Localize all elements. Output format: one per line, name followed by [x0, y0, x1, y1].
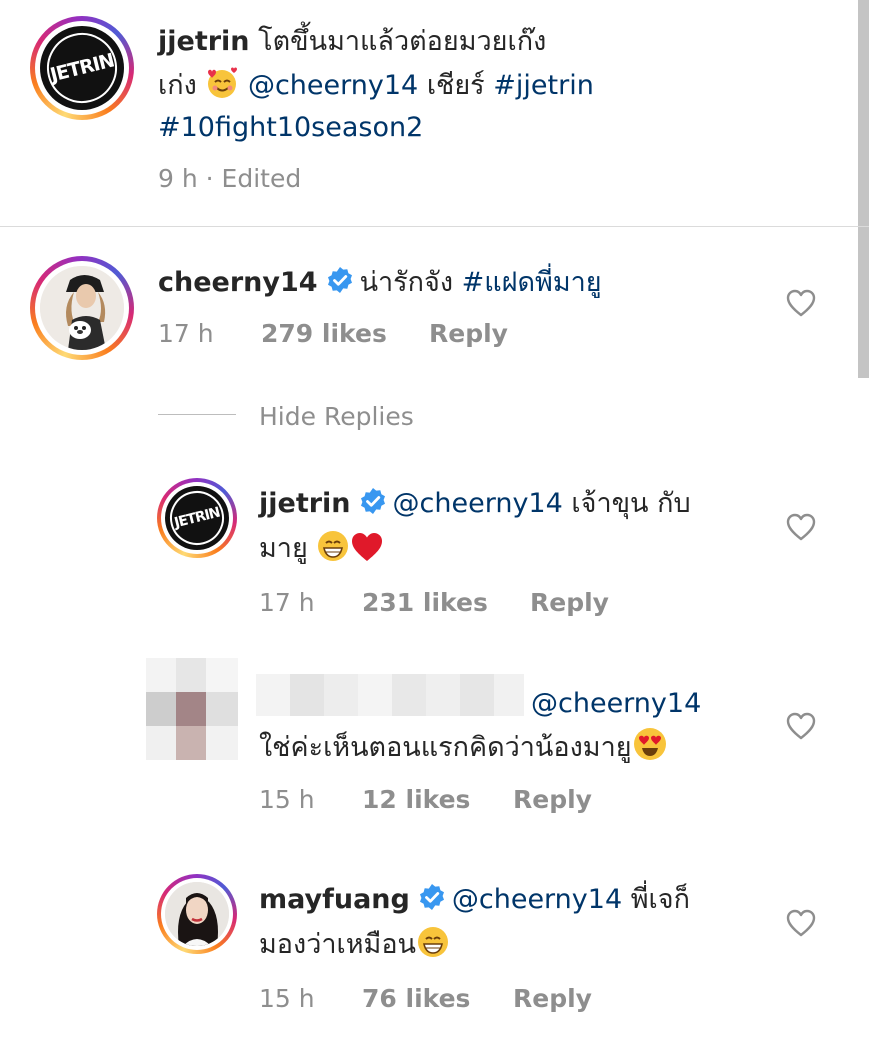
cheerny14-avatar[interactable]	[30, 256, 134, 360]
verified-badge-icon	[326, 265, 354, 307]
reply-3-like-heart-icon[interactable]	[786, 909, 816, 941]
verified-badge-icon	[418, 882, 446, 924]
reply-1-line-2: มายู	[259, 528, 384, 576]
caption-line-2: เก่ง @cheerny14 เชียร์ #jjetrin	[158, 65, 594, 113]
reply-1-meta: 17 h 231 likes Reply	[259, 588, 609, 617]
jetrin-logo: JETRIN	[40, 26, 124, 110]
comment-hashtag[interactable]: #แฝดพี่มายู	[462, 267, 602, 298]
comment-time: 17 h	[158, 319, 214, 348]
reply-3-line-1: mayfuang @cheerny14 พี่เจก็	[259, 879, 690, 924]
caption-avatar[interactable]: JETRIN	[30, 16, 134, 120]
reply-3-mention[interactable]: @cheerny14	[452, 884, 622, 915]
reply-3-likes[interactable]: 76 likes	[362, 984, 470, 1013]
reply-1-username[interactable]: jjetrin	[259, 488, 351, 519]
reply-mayfuang-avatar[interactable]	[157, 874, 237, 954]
scrollbar[interactable]	[858, 0, 869, 378]
comment-line: cheerny14 น่ารักจัง #แฝดพี่มายู	[158, 262, 602, 307]
cheerny14-photo	[40, 266, 124, 350]
reply-2-line-1: @cheerny14	[531, 683, 701, 725]
caption-line-1: jjetrin โตขึ้นมาแล้วต่อยมวยเก๊ง	[158, 21, 546, 63]
reply-1-likes[interactable]: 231 likes	[362, 588, 488, 617]
caption-meta: 9 h · Edited	[158, 164, 302, 193]
reply-3-line-2: มองว่าเหมือน	[259, 924, 450, 972]
comment-text: น่ารักจัง	[359, 267, 454, 298]
mayfuang-photo	[165, 882, 229, 946]
red-heart-icon	[350, 531, 384, 576]
comment-meta: 17 h 279 likes Reply	[158, 319, 508, 348]
caption-mention[interactable]: @cheerny14	[248, 70, 418, 101]
caption-hashtag-2[interactable]: #10fight10season2	[158, 112, 423, 143]
reply-2-reply-button[interactable]: Reply	[513, 785, 592, 814]
reply-3-meta: 15 h 76 likes Reply	[259, 984, 592, 1013]
reply-2-likes[interactable]: 12 likes	[362, 785, 470, 814]
comment-username[interactable]: cheerny14	[158, 267, 318, 298]
smiling-face-with-hearts-icon	[205, 66, 239, 113]
reply-2-mention[interactable]: @cheerny14	[531, 688, 701, 719]
grinning-face-icon	[316, 529, 350, 576]
hide-replies-line	[158, 414, 236, 415]
hide-replies-button[interactable]: Hide Replies	[259, 402, 414, 431]
caption-hashtag-1[interactable]: #jjetrin	[493, 70, 594, 101]
reply-2-blurred-avatar[interactable]	[146, 658, 238, 760]
reply-3-reply-button[interactable]: Reply	[513, 984, 592, 1013]
verified-badge-icon	[359, 486, 387, 528]
comment-like-heart-icon[interactable]	[786, 289, 816, 321]
heart-eyes-face-icon	[632, 726, 668, 775]
comment-likes[interactable]: 279 likes	[261, 319, 387, 348]
grinning-face-icon	[416, 925, 450, 972]
caption-line-3: #10fight10season2	[158, 107, 423, 149]
comment-reply-button[interactable]: Reply	[429, 319, 508, 348]
reply-1-reply-button[interactable]: Reply	[530, 588, 609, 617]
reply-1-like-heart-icon[interactable]	[786, 513, 816, 545]
reply-2-like-heart-icon[interactable]	[786, 712, 816, 744]
reply-3-username[interactable]: mayfuang	[259, 884, 410, 915]
reply-1-line-1: jjetrin @cheerny14 เจ้าขุน กับ	[259, 483, 691, 528]
reply-2-line-2: ใช่ค่ะเห็นตอนแรกคิดว่าน้องมายู	[259, 726, 668, 775]
caption-divider	[0, 226, 869, 227]
reply-2-meta: 15 h 12 likes Reply	[259, 785, 592, 814]
reply-jjetrin-avatar[interactable]: JETRIN	[157, 478, 237, 558]
caption-text: โตขึ้นมาแล้วต่อยมวยเก๊ง	[258, 26, 547, 57]
reply-1-mention[interactable]: @cheerny14	[393, 488, 563, 519]
caption-username[interactable]: jjetrin	[158, 26, 250, 57]
reply-2-blurred-username[interactable]	[256, 674, 524, 716]
jetrin-logo: JETRIN	[165, 486, 229, 550]
